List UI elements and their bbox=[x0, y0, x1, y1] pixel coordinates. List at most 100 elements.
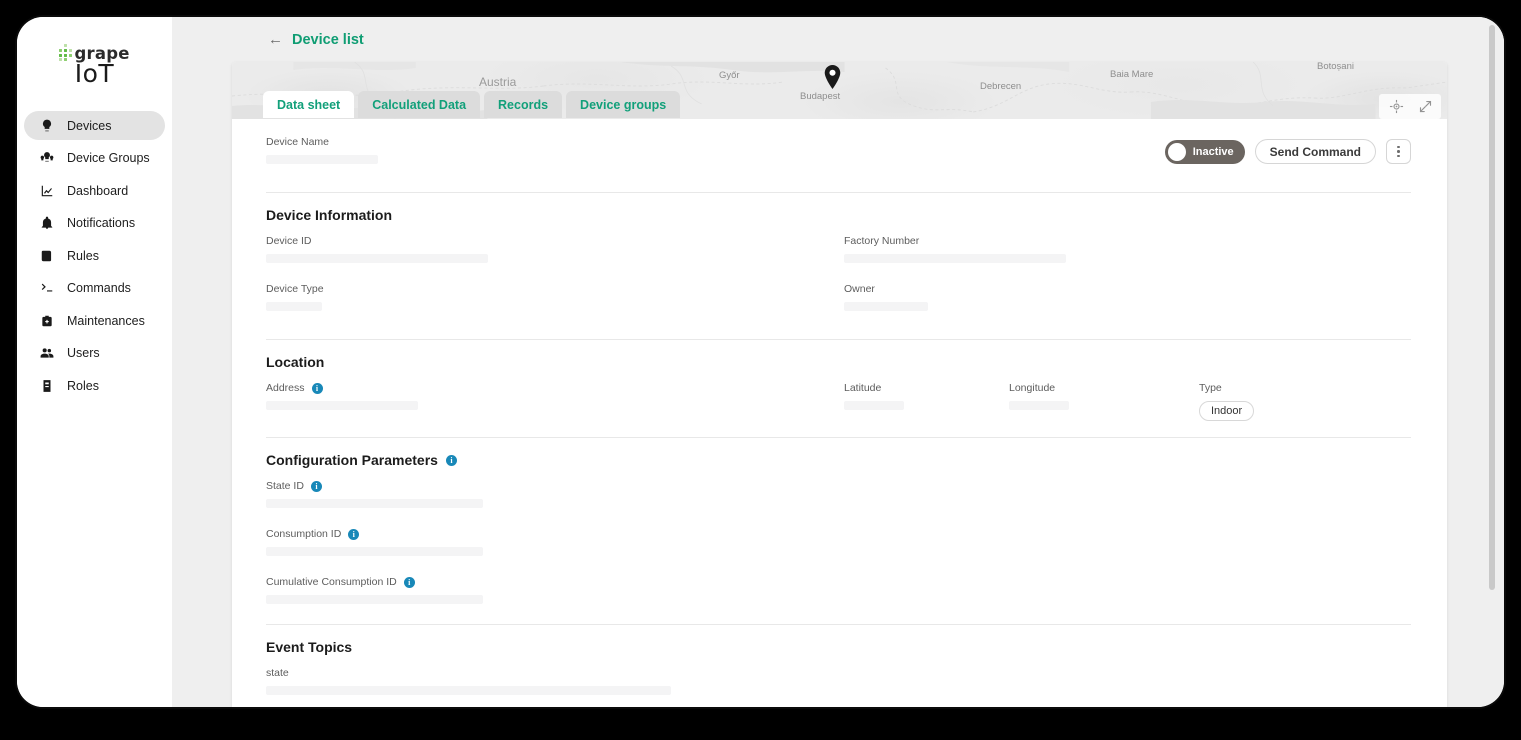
divider bbox=[266, 437, 1411, 438]
consumption-id-label-wrap: Consumption ID i bbox=[266, 528, 1411, 540]
owner-skeleton bbox=[844, 302, 928, 311]
sidebar-label: Devices bbox=[67, 118, 112, 133]
cumulative-consumption-id-label-wrap: Cumulative Consumption ID i bbox=[266, 576, 1411, 588]
device-information-grid: Device ID Device Type Factory Number Own… bbox=[266, 235, 1411, 331]
tab-label: Records bbox=[498, 97, 549, 112]
sidebar-item-rules[interactable]: Rules bbox=[24, 241, 165, 270]
field-latitude: Latitude bbox=[844, 382, 1009, 421]
device-actions: Inactive Send Command bbox=[1164, 136, 1411, 164]
device-information-title: Device Information bbox=[266, 207, 393, 223]
status-toggle[interactable]: Inactive bbox=[1164, 139, 1245, 164]
field-cumulative-consumption-id: Cumulative Consumption ID i bbox=[266, 576, 1411, 604]
map-label-gyor: Győr bbox=[719, 70, 740, 81]
cumulative-consumption-id-skeleton bbox=[266, 595, 483, 604]
field-factory-number: Factory Number bbox=[844, 235, 1411, 263]
locate-crosshair-icon[interactable] bbox=[1389, 99, 1404, 114]
location-grid: Address i Latitude Longitude Type Indoor bbox=[266, 382, 1411, 421]
device-type-skeleton bbox=[266, 302, 322, 311]
longitude-label: Longitude bbox=[1009, 382, 1056, 394]
grape-dots-icon bbox=[59, 44, 72, 62]
vertical-scrollbar[interactable] bbox=[1489, 25, 1495, 699]
state-topic-skeleton bbox=[266, 686, 671, 695]
sidebar-item-notifications[interactable]: Notifications bbox=[24, 209, 165, 238]
chart-icon bbox=[39, 183, 54, 198]
tab-records[interactable]: Records bbox=[484, 91, 563, 118]
factory-number-skeleton bbox=[844, 254, 1066, 263]
tab-data-sheet[interactable]: Data sheet bbox=[263, 91, 355, 118]
expand-fullscreen-icon[interactable] bbox=[1418, 99, 1433, 114]
consumption-id-label: Consumption ID bbox=[266, 528, 342, 540]
device-name-field: Device Name bbox=[266, 136, 378, 164]
type-label: Type bbox=[1199, 382, 1222, 394]
data-sheet-panel: Device Name Inactive Send Command Device… bbox=[232, 119, 1447, 707]
map-label-baia-mare: Baia Mare bbox=[1110, 69, 1154, 80]
info-icon[interactable]: i bbox=[310, 480, 322, 492]
scrollbar-thumb[interactable] bbox=[1489, 25, 1495, 590]
tab-label: Device groups bbox=[580, 97, 667, 112]
sidebar-item-maintenances[interactable]: Maintenances bbox=[24, 306, 165, 335]
consumption-id-skeleton bbox=[266, 547, 483, 556]
divider bbox=[266, 339, 1411, 340]
tab-calculated-data[interactable]: Calculated Data bbox=[358, 91, 481, 118]
device-name-skeleton bbox=[266, 155, 378, 164]
state-topic-label: state bbox=[266, 667, 289, 679]
device-name-label: Device Name bbox=[266, 136, 330, 148]
arrow-left-icon: ← bbox=[268, 31, 283, 48]
sidebar-item-device-groups[interactable]: Device Groups bbox=[24, 144, 165, 173]
info-icon[interactable]: i bbox=[348, 528, 360, 540]
sidebar-item-commands[interactable]: Commands bbox=[24, 274, 165, 303]
back-link-label: Device list bbox=[292, 31, 364, 48]
device-group-icon bbox=[39, 151, 54, 166]
field-device-type: Device Type bbox=[266, 283, 844, 311]
field-state-id: State ID i bbox=[266, 480, 1411, 508]
status-badge: Inactive bbox=[1192, 145, 1234, 158]
map-controls bbox=[1379, 94, 1441, 119]
map-label-debrecen: Debrecen bbox=[980, 81, 1022, 92]
send-command-button[interactable]: Send Command bbox=[1254, 139, 1376, 164]
factory-number-label: Factory Number bbox=[844, 235, 920, 247]
terminal-icon bbox=[39, 281, 54, 296]
kebab-menu-icon bbox=[1397, 145, 1400, 158]
field-consumption-id: Consumption ID i bbox=[266, 528, 1411, 556]
tab-label: Calculated Data bbox=[372, 97, 467, 112]
info-icon[interactable]: i bbox=[403, 576, 415, 588]
configuration-parameters-label: Configuration Parameters bbox=[266, 452, 438, 468]
breadcrumb: ← Device list bbox=[172, 17, 1504, 62]
sidebar-item-dashboard[interactable]: Dashboard bbox=[24, 176, 165, 205]
app-logo: grape IoT bbox=[17, 37, 172, 95]
sidebar-label: Notifications bbox=[67, 216, 136, 230]
configuration-parameters-title: Configuration Parameters i bbox=[266, 452, 1411, 468]
field-owner: Owner bbox=[844, 283, 1411, 311]
state-id-label-wrap: State ID i bbox=[266, 480, 1411, 492]
map-label-austria: Austria bbox=[479, 75, 517, 89]
sidebar-item-roles[interactable]: Roles bbox=[24, 371, 165, 400]
cumulative-consumption-id-label: Cumulative Consumption ID bbox=[266, 576, 397, 588]
more-options-button[interactable] bbox=[1386, 139, 1411, 164]
field-type: Type Indoor bbox=[1199, 382, 1411, 421]
sidebar-item-users[interactable]: Users bbox=[24, 339, 165, 368]
field-state-topic: state bbox=[266, 667, 1411, 695]
back-to-device-list-link[interactable]: ← Device list bbox=[268, 32, 364, 48]
location-pin-icon bbox=[824, 65, 841, 89]
info-icon[interactable]: i bbox=[311, 382, 323, 394]
lightbulb-icon bbox=[39, 118, 54, 133]
divider bbox=[266, 192, 1411, 193]
type-chip: Indoor bbox=[1199, 401, 1255, 421]
owner-label: Owner bbox=[844, 283, 875, 295]
sidebar-label: Roles bbox=[67, 378, 99, 393]
field-longitude: Longitude bbox=[1009, 382, 1199, 421]
toolbox-icon bbox=[39, 313, 54, 328]
bell-icon bbox=[39, 216, 54, 231]
latitude-skeleton bbox=[844, 401, 904, 410]
info-icon[interactable]: i bbox=[445, 454, 457, 466]
main-content: ← Device list Austria Győr Budapest Debr… bbox=[172, 17, 1504, 707]
location-title: Location bbox=[266, 354, 325, 370]
longitude-skeleton bbox=[1009, 401, 1069, 410]
state-id-skeleton bbox=[266, 499, 483, 508]
address-label-wrap: Address i bbox=[266, 382, 844, 394]
sidebar-item-devices[interactable]: Devices bbox=[24, 111, 165, 140]
users-icon bbox=[39, 346, 54, 361]
device-id-label: Device ID bbox=[266, 235, 312, 247]
device-header-row: Device Name Inactive Send Command bbox=[266, 136, 1411, 184]
tab-device-groups[interactable]: Device groups bbox=[566, 91, 681, 118]
